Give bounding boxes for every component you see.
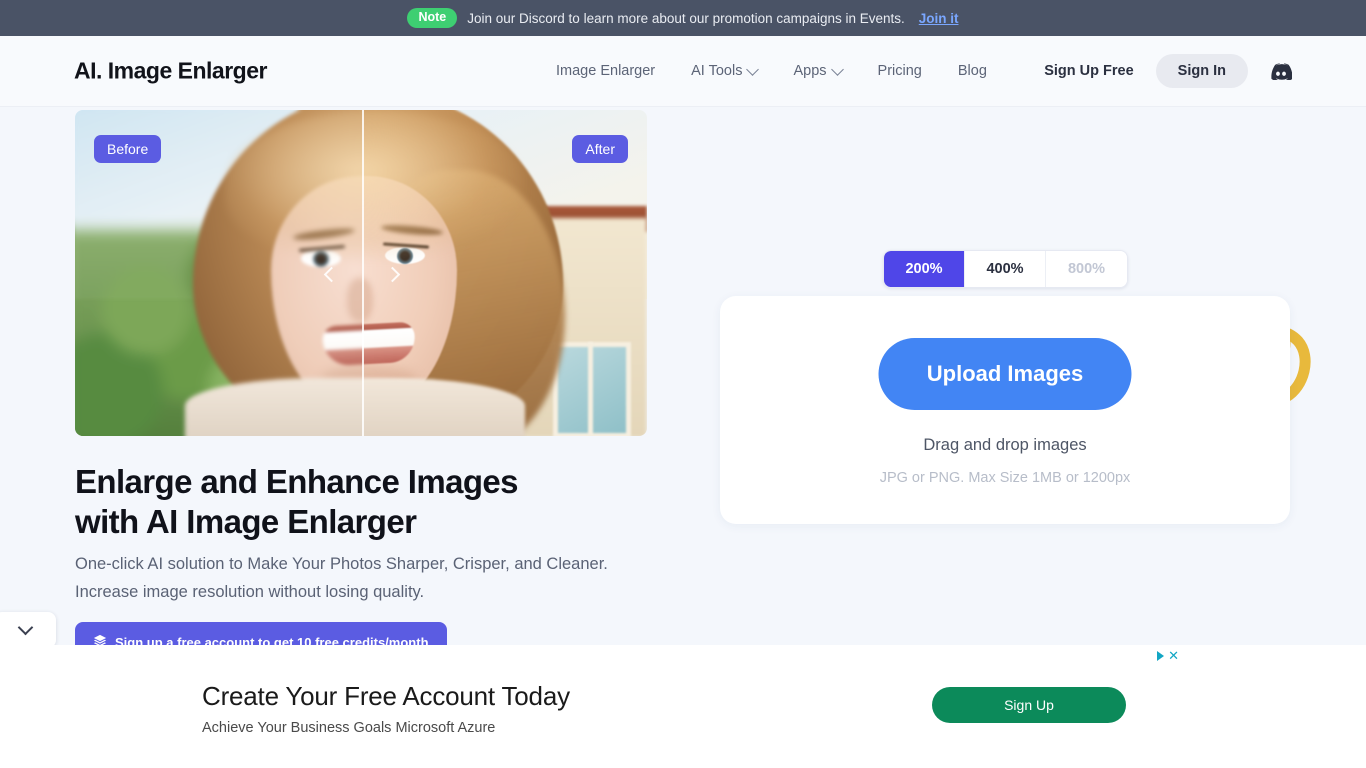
adchoices-triangle-icon[interactable]	[1157, 650, 1165, 661]
nav-item-ai-tools[interactable]: AI Tools	[673, 62, 775, 79]
before-badge: Before	[94, 135, 162, 163]
free-credits-label: Sign up a free account to get 10 free cr…	[115, 635, 429, 645]
nav-item-blog[interactable]: Blog	[940, 63, 1005, 79]
sign-in-button[interactable]: Sign In	[1155, 54, 1248, 88]
chevron-right-icon	[384, 266, 401, 282]
close-icon[interactable]: ✕	[1168, 649, 1179, 662]
window-bar	[588, 342, 593, 436]
notice-bar: Note Join our Discord to learn more abou…	[0, 0, 1366, 36]
sign-up-free-link[interactable]: Sign Up Free	[1022, 63, 1155, 79]
page-title: Enlarge and Enhance Images with AI Image…	[75, 462, 675, 543]
nav-item-image-enlarger[interactable]: Image Enlarger	[556, 63, 673, 79]
chevron-down-icon	[830, 62, 844, 76]
header-actions: Sign Up Free Sign In	[1022, 54, 1292, 88]
scale-option-200[interactable]: 200%	[884, 251, 965, 287]
free-credits-button[interactable]: Sign up a free account to get 10 free cr…	[75, 622, 447, 645]
nav-label: Apps	[793, 63, 827, 79]
main-nav: Image Enlarger AI Tools Apps Pricing Blo…	[556, 62, 1005, 79]
nav-label: Image Enlarger	[556, 63, 656, 79]
nav-label: Blog	[957, 63, 987, 79]
discord-icon[interactable]	[1270, 62, 1292, 80]
before-after-comparison[interactable]: Before After	[75, 110, 647, 436]
upload-dropzone[interactable]: Upload Images Drag and drop images JPG o…	[720, 296, 1290, 524]
nav-label: AI Tools	[691, 63, 743, 79]
scale-option-800: 800%	[1046, 251, 1127, 287]
nav-item-apps[interactable]: Apps	[775, 62, 859, 79]
scale-option-400[interactable]: 400%	[965, 251, 1046, 287]
notice-badge: Note	[407, 8, 458, 28]
main-content: Before After Enlarge and Enhance Images …	[0, 107, 1366, 645]
comparison-slider-handle[interactable]	[323, 259, 401, 289]
notice-join-link[interactable]: Join it	[919, 11, 959, 26]
ad-banner[interactable]: Create Your Free Account Today Achieve Y…	[181, 645, 1184, 768]
drag-drop-label: Drag and drop images	[923, 436, 1087, 454]
ad-signup-button[interactable]: Sign Up	[932, 687, 1126, 723]
notice-text: Join our Discord to learn more about our…	[467, 10, 905, 26]
ad-region: Create Your Free Account Today Achieve Y…	[0, 645, 1366, 768]
ad-title: Create Your Free Account Today	[202, 681, 570, 711]
after-badge: After	[572, 135, 628, 163]
layers-icon	[93, 634, 107, 645]
collapse-panel-button[interactable]	[0, 612, 56, 645]
ad-choices-controls[interactable]: ✕	[1157, 649, 1179, 662]
chevron-down-icon	[17, 619, 33, 635]
site-header: AI. Image Enlarger Image Enlarger AI Too…	[0, 36, 1366, 107]
page-subtitle: One-click AI solution to Make Your Photo…	[75, 555, 608, 602]
page-title-line-1: Enlarge and Enhance Images	[75, 463, 518, 500]
page-root: Note Join our Discord to learn more abou…	[0, 0, 1366, 768]
ad-subtitle: Achieve Your Business Goals Microsoft Az…	[202, 720, 496, 736]
chevron-down-icon	[746, 62, 760, 76]
nav-label: Pricing	[877, 63, 922, 79]
scale-selector: 200% 400% 800%	[883, 250, 1128, 288]
site-logo[interactable]: AI. Image Enlarger	[74, 58, 267, 85]
page-title-line-2: with AI Image Enlarger	[75, 503, 417, 541]
file-limit-label: JPG or PNG. Max Size 1MB or 1200px	[879, 470, 1131, 486]
chevron-left-icon	[323, 266, 340, 282]
upload-images-button[interactable]: Upload Images	[878, 338, 1132, 410]
nav-item-pricing[interactable]: Pricing	[860, 63, 940, 79]
